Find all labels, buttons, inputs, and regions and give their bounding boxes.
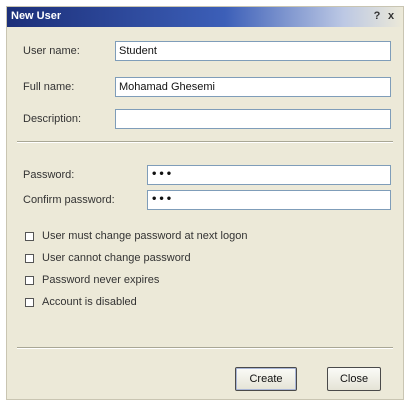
username-field[interactable]: Student [115,41,391,61]
option-account-disabled[interactable]: Account is disabled [25,295,137,309]
option-cannot-change-password[interactable]: User cannot change password [25,251,191,265]
option-label: Password never expires [42,274,160,286]
separator-bottom [17,347,393,349]
checkbox[interactable] [25,231,34,241]
option-label: User cannot change password [42,252,191,264]
dialog-title: New User [11,10,62,22]
new-user-dialog: New User ? x User name: Student Full nam… [6,6,404,400]
username-label: User name: [23,45,80,57]
close-icon[interactable]: x [385,10,397,23]
close-button[interactable]: Close [327,367,381,391]
fullname-field[interactable]: Mohamad Ghesemi [115,77,391,97]
help-icon[interactable]: ? [371,10,383,23]
fullname-label: Full name: [23,81,75,93]
confirm-password-label: Confirm password: [23,194,115,206]
checkbox[interactable] [25,275,34,285]
checkbox[interactable] [25,253,34,263]
option-label: User must change password at next logon [42,230,248,242]
separator-top [17,141,393,143]
title-bar[interactable]: New User ? x [7,7,403,27]
option-label: Account is disabled [42,296,137,308]
description-field[interactable] [115,109,391,129]
password-field[interactable]: ••• [147,165,391,185]
checkbox[interactable] [25,297,34,307]
description-label: Description: [23,113,82,125]
confirm-password-field[interactable]: ••• [147,190,391,210]
password-label: Password: [23,169,75,181]
option-password-never-expires[interactable]: Password never expires [25,273,159,287]
create-button[interactable]: Create [235,367,297,391]
option-must-change-password[interactable]: User must change password at next logon [25,229,247,243]
